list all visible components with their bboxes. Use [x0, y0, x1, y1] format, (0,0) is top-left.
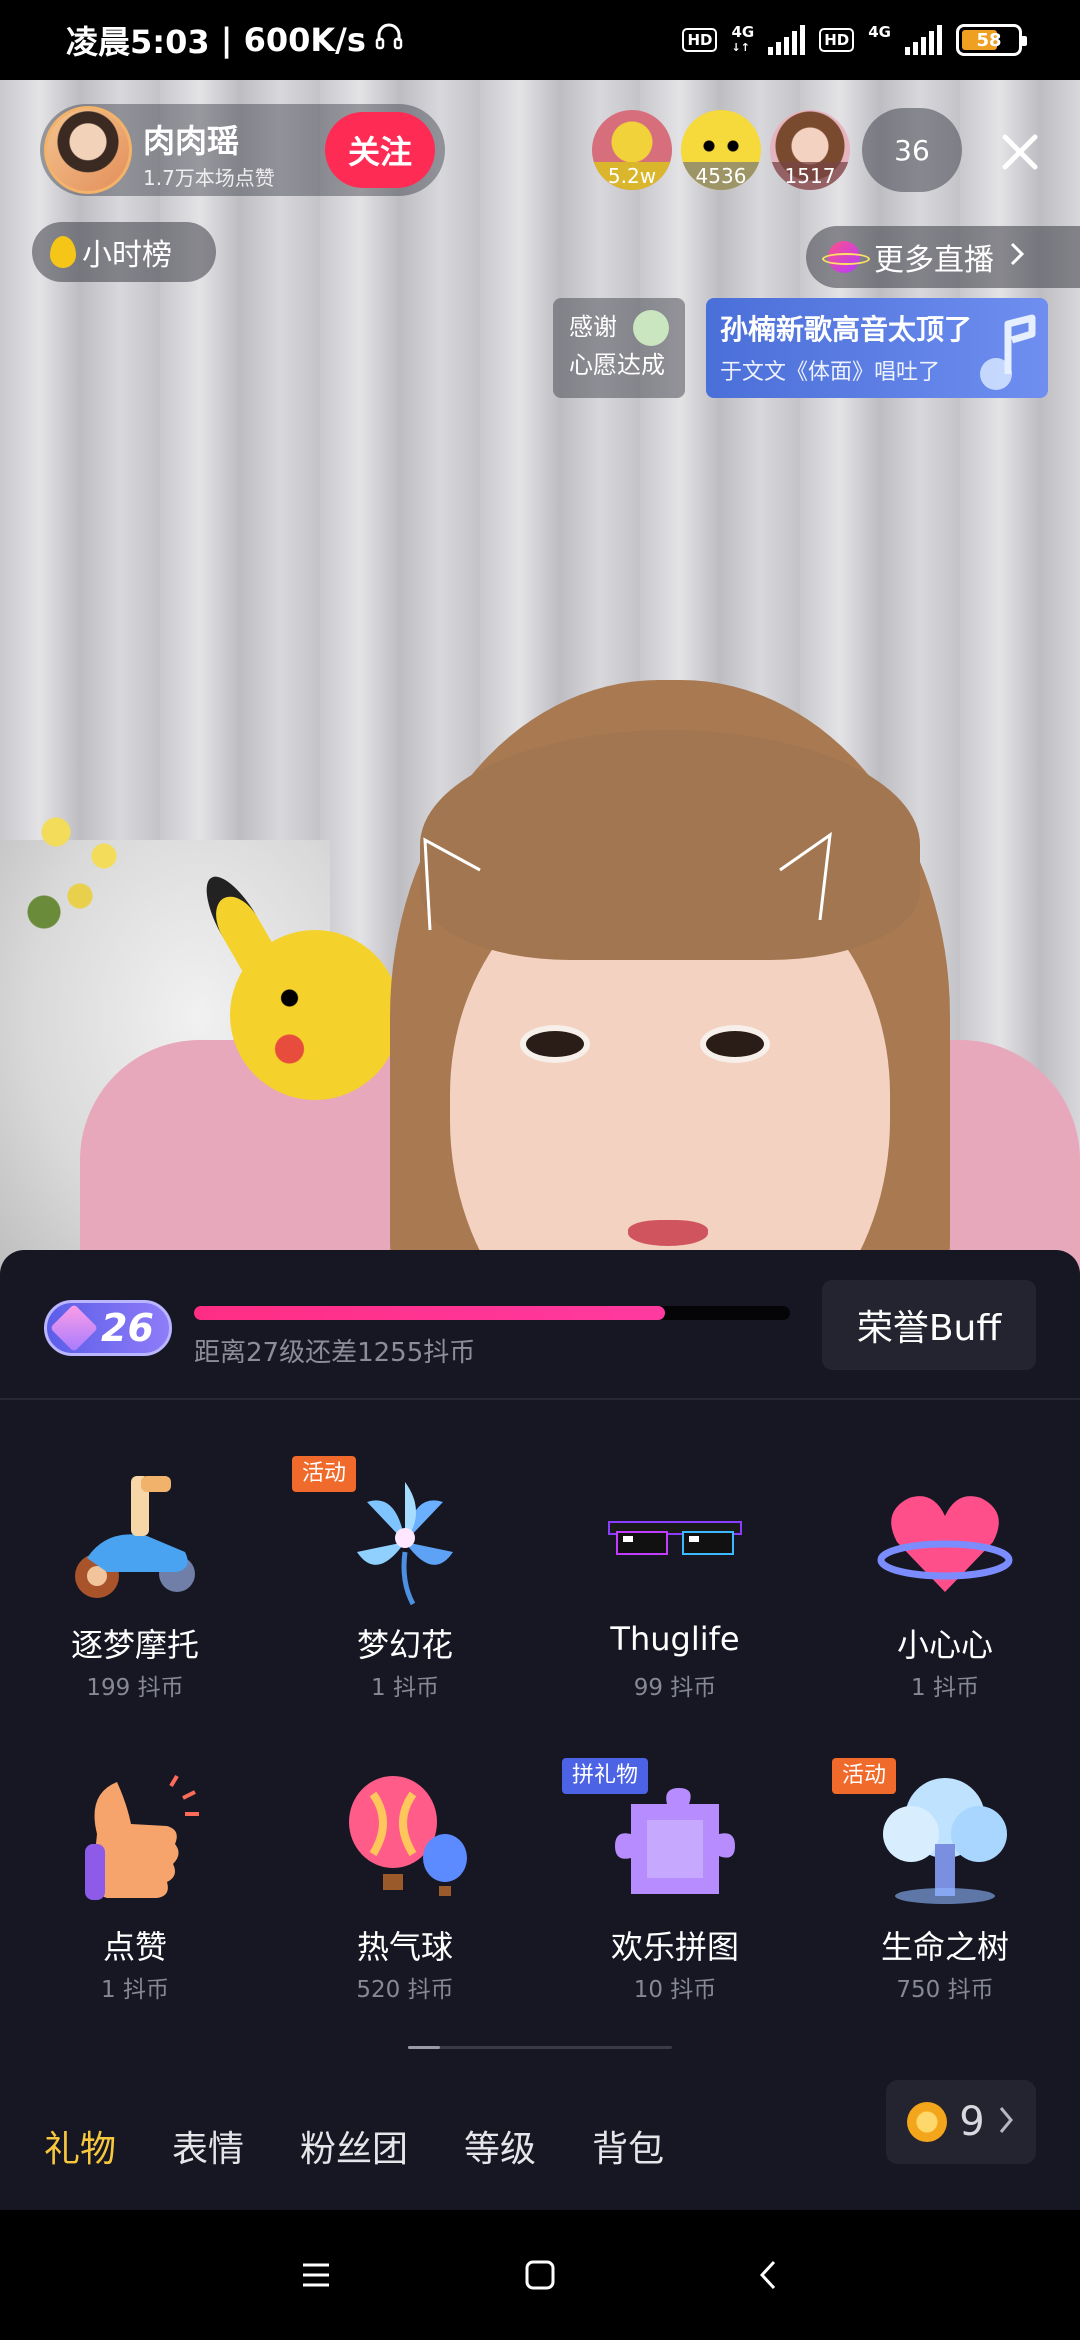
flowers-image: [20, 800, 140, 960]
hour-rank-button[interactable]: 小时榜: [32, 222, 216, 282]
douyin-coin-icon: [907, 2102, 948, 2142]
home-icon[interactable]: [510, 2250, 570, 2300]
gift-price: 1 抖币: [371, 1675, 439, 1701]
gift-name: 热气球: [356, 1928, 453, 1966]
tree-of-life-icon: [883, 1778, 1007, 1904]
honor-buff-button[interactable]: 荣誉Buff: [822, 1280, 1036, 1370]
follow-button[interactable]: 关注: [325, 112, 435, 188]
gift-name: 小心心: [896, 1626, 993, 1664]
tab-fan-club[interactable]: 粉丝团: [300, 2120, 408, 2172]
thumbs-up-icon: [85, 1774, 199, 1900]
signal-icon: [768, 25, 806, 55]
gift-item[interactable]: 逐梦摩托 199 抖币: [0, 1472, 270, 1732]
headphone-icon: [374, 21, 404, 59]
music-note-icon: [980, 314, 1036, 390]
page-indicator: [408, 2046, 672, 2049]
gift-panel: 26 距离27级还差1255抖币 荣誉Buff 逐梦摩托 199 抖币 活动 梦…: [0, 1250, 1080, 2210]
top-viewer-1[interactable]: 5.2w: [592, 110, 672, 190]
gift-price: 1 抖币: [911, 1675, 979, 1701]
top-viewer-2[interactable]: 4536: [681, 110, 761, 190]
gift-name: 逐梦摩托: [70, 1626, 199, 1664]
network-type-2: 4G: [868, 23, 891, 41]
tab-backpack[interactable]: 背包: [592, 2120, 664, 2172]
gift-name: 梦幻花: [356, 1626, 453, 1664]
divider: [0, 1398, 1080, 1400]
hot-air-balloon-icon: [349, 1776, 467, 1896]
gift-item[interactable]: 活动 生命之树 750 抖币: [810, 1758, 1080, 2034]
puzzle-icon: [615, 1788, 735, 1894]
level-progress-fill: [194, 1306, 665, 1320]
flame-icon: [50, 236, 76, 268]
gift-tabs: 礼物 表情 粉丝团 等级 背包: [44, 2120, 664, 2172]
sprout-icon: [633, 310, 669, 346]
song-promo-card[interactable]: 孙楠新歌高音太顶了 于文文《体面》唱吐了: [706, 298, 1048, 398]
heart-icon: [877, 1496, 1013, 1592]
tab-emoji[interactable]: 表情: [172, 2120, 244, 2172]
gift-price: 99 抖币: [633, 1675, 717, 1701]
network-type: 4G ↓↑: [731, 23, 755, 55]
gift-price: 199 抖币: [86, 1675, 184, 1701]
status-bar: 凌晨5:03 | 600K/s HD 4G ↓↑ HD 4G 58: [0, 0, 1080, 80]
gift-name: 欢乐拼图: [610, 1928, 739, 1966]
chevron-right-icon: [997, 2099, 1015, 2145]
more-live-label: 更多直播: [874, 243, 994, 278]
gift-item[interactable]: 热气球 520 抖币: [270, 1774, 540, 2034]
gift-item[interactable]: Thuglife 99 抖币: [540, 1472, 810, 1732]
status-time: 凌晨5:03: [66, 23, 210, 61]
gift-price: 520 抖币: [356, 1977, 454, 2003]
gift-price: 1 抖币: [101, 1977, 169, 2003]
gift-item[interactable]: 活动 梦幻花 1 抖币: [270, 1456, 540, 1732]
gift-name: 生命之树: [880, 1928, 1009, 1966]
menu-icon[interactable]: [286, 2250, 346, 2300]
gift-item[interactable]: 拼礼物 欢乐拼图 10 抖币: [540, 1758, 810, 2034]
gift-price: 10 抖币: [633, 1977, 717, 2003]
level-progress-text: 距离27级还差1255抖币: [194, 1338, 476, 1368]
gift-name: 点赞: [102, 1928, 167, 1966]
top-viewer-3[interactable]: 1517: [770, 110, 850, 190]
level-badge[interactable]: 26: [44, 1300, 172, 1356]
coin-balance: 9: [959, 2099, 985, 2145]
signal-icon-2: [905, 25, 942, 55]
anchor-likes: 1.7万本场点赞: [143, 166, 275, 190]
thanks-line-2: 心愿达成: [569, 351, 665, 379]
motorcycle-icon: [75, 1476, 195, 1598]
hour-rank-label: 小时榜: [82, 238, 172, 273]
gift-item[interactable]: 小心心 1 抖币: [810, 1472, 1080, 1732]
cat-ears-filter: [423, 831, 832, 931]
wish-complete-card[interactable]: 感谢 心愿达成: [553, 298, 685, 398]
pixel-sunglasses-icon: [608, 1521, 742, 1555]
tab-gift[interactable]: 礼物: [44, 2120, 116, 2172]
dream-flower-icon: [357, 1482, 453, 1606]
planet-icon: [822, 241, 870, 273]
status-speed: 600K/s: [243, 21, 366, 59]
page-indicator-thumb: [408, 2046, 440, 2049]
close-icon[interactable]: [990, 124, 1050, 180]
hd-badge-2: HD: [819, 28, 855, 52]
hd-badge: HD: [682, 28, 718, 52]
chevron-right-icon: [1008, 240, 1026, 275]
anchor-avatar[interactable]: [44, 106, 132, 194]
battery-icon: 58: [956, 24, 1027, 56]
status-indicators: HD 4G ↓↑ HD 4G 58: [682, 0, 1027, 80]
level-progress-bar: [194, 1306, 790, 1320]
gift-name: Thuglife: [610, 1620, 740, 1658]
online-count[interactable]: 36: [862, 108, 962, 192]
gift-item[interactable]: 点赞 1 抖币: [0, 1774, 270, 2034]
pikachu-plush: [230, 930, 400, 1100]
anchor-name[interactable]: 肉肉瑶: [143, 116, 239, 162]
coin-balance-button[interactable]: 9: [886, 2080, 1036, 2164]
gem-icon: [49, 1303, 99, 1353]
gift-price: 750 抖币: [896, 1977, 994, 2003]
level-number: 26: [101, 1306, 154, 1350]
back-icon[interactable]: [738, 2250, 798, 2300]
tab-level[interactable]: 等级: [464, 2120, 536, 2172]
system-nav-bar: [0, 2210, 1080, 2340]
more-live-button[interactable]: 更多直播: [806, 226, 1080, 288]
